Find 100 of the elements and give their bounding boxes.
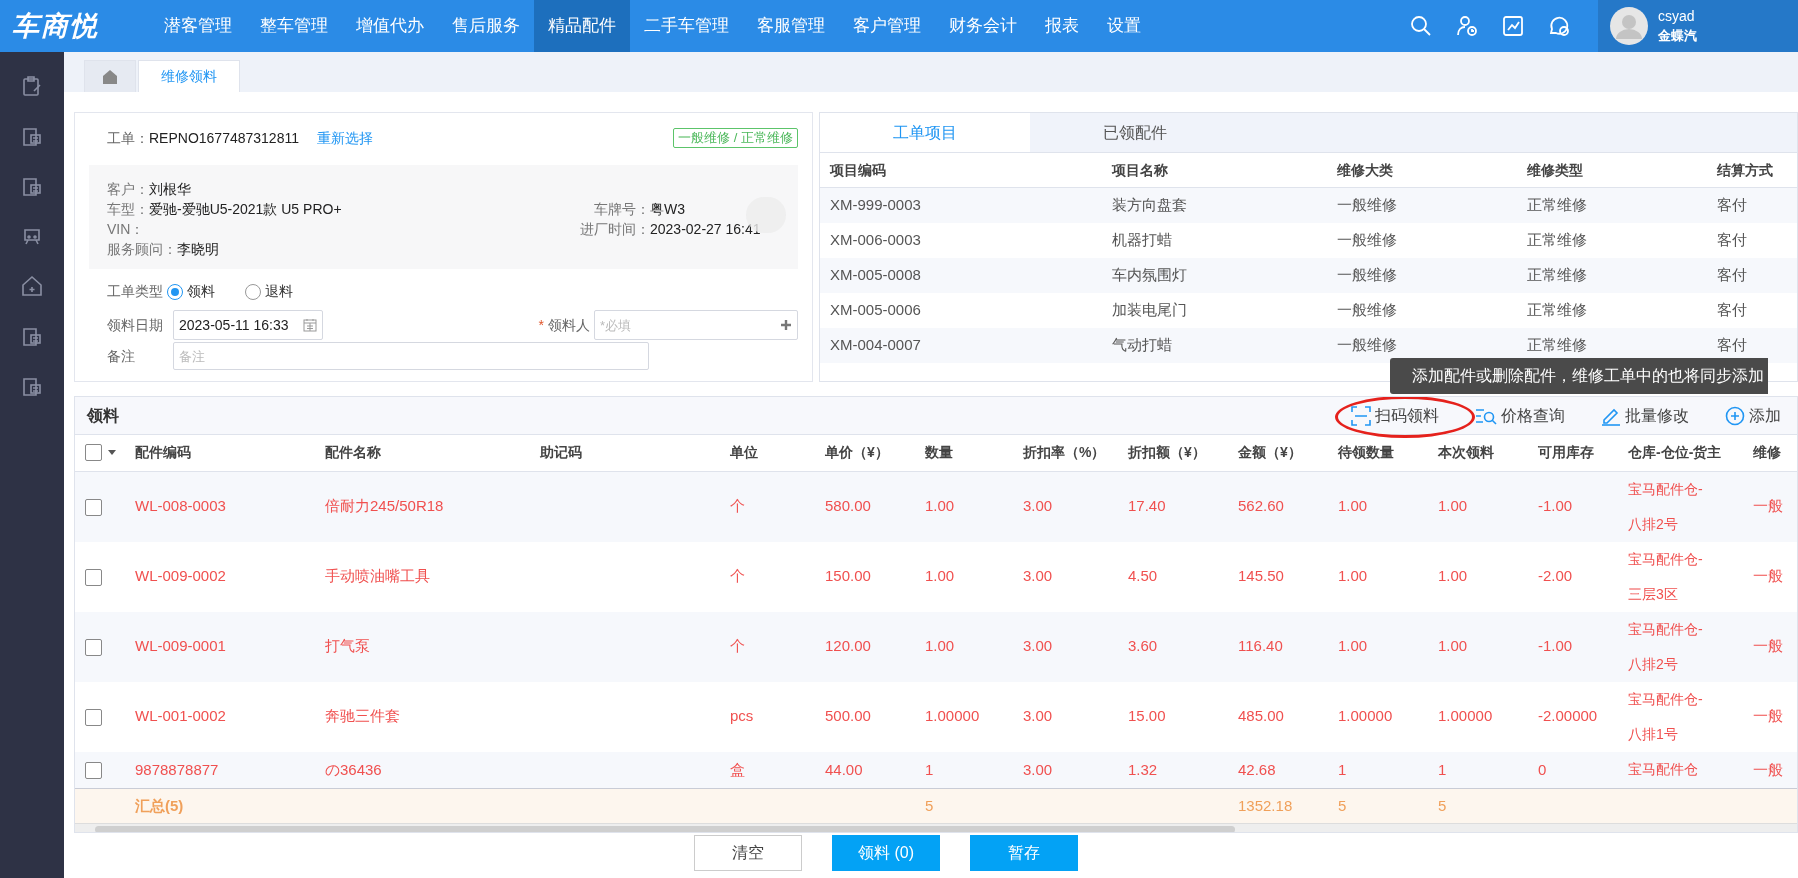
nav-item[interactable]: 售后服务 bbox=[438, 0, 534, 52]
field-label: 进厂时间： bbox=[579, 220, 650, 239]
field-label: 车型： bbox=[107, 200, 149, 219]
table-cell: 1.00 bbox=[1338, 567, 1368, 585]
page-tab[interactable]: 维修领料 bbox=[138, 60, 240, 92]
table-cell-text: XM-999-0003 bbox=[830, 195, 922, 216]
column-header: 本次领料 bbox=[1438, 444, 1494, 461]
column-header: 单位 bbox=[730, 444, 758, 461]
table-cell: -1.00 bbox=[1538, 637, 1573, 655]
table-cell: 1.00 bbox=[925, 567, 955, 585]
checkbox[interactable] bbox=[85, 638, 102, 656]
table-cell-text: XM-005-0006 bbox=[830, 300, 922, 321]
action-button[interactable]: 清空 bbox=[694, 835, 802, 871]
table-cell-text: 客付 bbox=[1717, 335, 1748, 356]
plus-circle-icon bbox=[1725, 405, 1745, 426]
table-cell-text: 一般维修 bbox=[1337, 300, 1398, 321]
nav-item[interactable]: 潜客管理 bbox=[150, 0, 246, 52]
column-header: 数量 bbox=[925, 444, 953, 461]
chart-icon[interactable] bbox=[1501, 14, 1525, 38]
toolbar-button[interactable]: 价格查询 bbox=[1475, 403, 1565, 428]
column-header: 配件编码 bbox=[135, 444, 191, 461]
calendar-icon bbox=[303, 318, 317, 332]
nav-item[interactable]: 客服管理 bbox=[743, 0, 839, 52]
column-header: 助记码 bbox=[540, 444, 582, 461]
field-value: 爱驰-爱驰U5-2021款 U5 PRO+ bbox=[149, 200, 342, 219]
table-cell: 580.00 bbox=[825, 497, 871, 515]
table-cell: 奔驰三件套 bbox=[325, 707, 400, 725]
reselect-link[interactable]: 重新选择 bbox=[316, 127, 373, 149]
company-name: 金蝶汽 bbox=[1658, 27, 1697, 45]
checkbox[interactable] bbox=[85, 498, 102, 516]
panel-tab[interactable]: 工单项目 bbox=[820, 113, 1030, 152]
note-field[interactable]: 备注 bbox=[173, 342, 649, 370]
table-cell: WL-001-0002 bbox=[135, 707, 226, 725]
date-field[interactable]: 2023-05-11 16:33 bbox=[173, 310, 323, 340]
horizontal-scrollbar[interactable] bbox=[75, 822, 1797, 832]
nav-item[interactable]: 报表 bbox=[1031, 0, 1093, 52]
radio-option[interactable]: 领料 bbox=[167, 281, 215, 302]
chat-icon[interactable] bbox=[1547, 14, 1571, 38]
table-cell-text: 加装电尾门 bbox=[1112, 300, 1188, 321]
table-cell: 1 bbox=[1338, 760, 1347, 778]
nav-item[interactable]: 财务会计 bbox=[935, 0, 1031, 52]
action-button[interactable]: 暂存 bbox=[970, 835, 1078, 871]
action-button[interactable]: 领料 (0) bbox=[832, 835, 940, 871]
summary-cell: 1352.18 bbox=[1238, 796, 1293, 814]
field-value: 刘根华 bbox=[149, 180, 191, 199]
table-cell-text: 客付 bbox=[1717, 195, 1748, 216]
table-cell: 一般 bbox=[1753, 497, 1783, 515]
checkbox[interactable] bbox=[85, 444, 102, 462]
column-header: 金额（¥） bbox=[1238, 444, 1302, 461]
search-icon[interactable] bbox=[1409, 14, 1433, 38]
receiver-field[interactable]: *必填 bbox=[594, 310, 798, 340]
nav-item[interactable]: 客户管理 bbox=[839, 0, 935, 52]
plus-icon[interactable] bbox=[780, 319, 792, 331]
nav-item[interactable]: 精品配件 bbox=[534, 0, 630, 52]
caret-icon bbox=[108, 449, 116, 456]
nav-item[interactable]: 增值代办 bbox=[342, 0, 438, 52]
house-icon[interactable] bbox=[20, 274, 44, 298]
checkbox[interactable] bbox=[85, 708, 102, 726]
table-cell: 1 bbox=[925, 760, 934, 778]
avatar-icon bbox=[1610, 7, 1648, 45]
radio-option[interactable]: 退料 bbox=[245, 281, 293, 302]
table-cell: 1.00000 bbox=[1338, 707, 1393, 725]
field-label: 服务顾问： bbox=[107, 240, 177, 259]
toolbar-button[interactable]: 批量修改 bbox=[1601, 403, 1689, 428]
table-cell-text: 宝马配件仓 bbox=[1628, 760, 1699, 780]
table-cell: 一般 bbox=[1753, 567, 1783, 585]
table-cell-text: 宝马配件仓-八排2号 bbox=[1628, 619, 1704, 674]
table-cell: 3.00 bbox=[1023, 567, 1053, 585]
table-cell-text: XM-005-0008 bbox=[830, 265, 922, 286]
column-header: 项目名称 bbox=[1112, 160, 1169, 180]
clipboard-icon[interactable] bbox=[20, 74, 44, 98]
user-clock-icon[interactable] bbox=[1455, 14, 1479, 38]
nav-item[interactable]: 整车管理 bbox=[246, 0, 342, 52]
table-cell-text: 客付 bbox=[1717, 230, 1748, 251]
checkbox[interactable] bbox=[85, 568, 102, 586]
nav-item[interactable]: 二手车管理 bbox=[630, 0, 743, 52]
table-cell: 个 bbox=[730, 567, 745, 585]
table-cell: -2.00000 bbox=[1538, 707, 1598, 725]
table-cell: 倍耐力245/50R18 bbox=[325, 497, 444, 515]
table-cell: 1.32 bbox=[1128, 760, 1158, 778]
table-cell-text: 正常维修 bbox=[1527, 335, 1588, 356]
column-header: 折扣率（%） bbox=[1023, 444, 1106, 461]
checkbox[interactable] bbox=[85, 762, 102, 780]
table-cell: -1.00 bbox=[1538, 497, 1573, 515]
column-header: 结算方式 bbox=[1717, 160, 1774, 180]
toolbar-button[interactable]: 扫码领料 bbox=[1351, 403, 1439, 428]
table-cell: 0 bbox=[1538, 760, 1547, 778]
table-cell-text: 一般维修 bbox=[1337, 230, 1398, 251]
panel-tab[interactable]: 已领配件 bbox=[1030, 113, 1240, 152]
nav-item[interactable]: 设置 bbox=[1093, 0, 1155, 52]
table-cell-text: 正常维修 bbox=[1527, 300, 1588, 321]
column-header: 待领数量 bbox=[1338, 444, 1394, 461]
table-cell-text: 车内氛围灯 bbox=[1112, 265, 1188, 286]
table-cell: 1.00 bbox=[925, 637, 955, 655]
table-cell: 1.00000 bbox=[1438, 707, 1493, 725]
summary-cell: 5 bbox=[925, 796, 934, 814]
column-header: 折扣额（¥） bbox=[1128, 444, 1206, 461]
toolbar-button[interactable]: 添加 bbox=[1725, 403, 1797, 428]
table-cell: 3.00 bbox=[1023, 497, 1053, 515]
home-tab[interactable] bbox=[84, 60, 136, 92]
